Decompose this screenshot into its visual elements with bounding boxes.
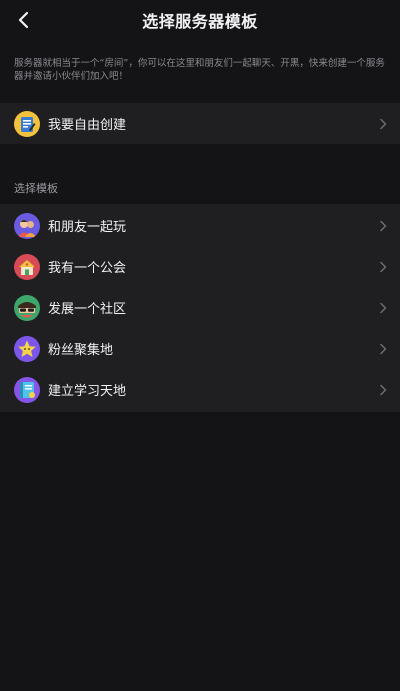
community-icon: [14, 294, 40, 321]
star-icon: [14, 335, 40, 362]
chevron-right-icon: [380, 384, 387, 395]
template-item-friends[interactable]: 和朋友一起玩: [0, 205, 400, 246]
template-label: 粉丝聚集地: [48, 343, 114, 358]
chevron-right-icon: [380, 118, 387, 129]
chevron-right-icon: [380, 302, 387, 313]
friends-icon: [14, 212, 40, 239]
back-button[interactable]: [10, 6, 38, 34]
template-label: 发展一个社区: [48, 302, 127, 317]
template-label: 和朋友一起玩: [48, 220, 127, 235]
chevron-left-icon: [18, 11, 29, 29]
chevron-right-icon: [380, 220, 387, 231]
template-item-guild[interactable]: 我有一个公会: [0, 246, 400, 287]
custom-create-label: 我要自由创建: [48, 118, 127, 133]
guild-house-icon: [14, 253, 40, 280]
template-label: 建立学习天地: [48, 384, 127, 399]
header-bar: 选择服务器模板: [0, 0, 400, 40]
section-label: 选择模板: [14, 182, 58, 195]
book-icon: [14, 376, 40, 403]
description-text: 服务器就相当于一个“房间”，你可以在这里和朋友们一起聊天、开黑，快来创建一个服务…: [14, 58, 385, 82]
notepad-icon: [14, 110, 40, 137]
chevron-right-icon: [380, 343, 387, 354]
custom-create-row[interactable]: 我要自由创建: [0, 103, 400, 144]
template-item-fans[interactable]: 粉丝聚集地: [0, 328, 400, 369]
template-item-community[interactable]: 发展一个社区: [0, 287, 400, 328]
page-title: 选择服务器模板: [142, 12, 258, 31]
template-label: 我有一个公会: [48, 261, 127, 276]
chevron-right-icon: [380, 261, 387, 272]
template-item-study[interactable]: 建立学习天地: [0, 369, 400, 410]
